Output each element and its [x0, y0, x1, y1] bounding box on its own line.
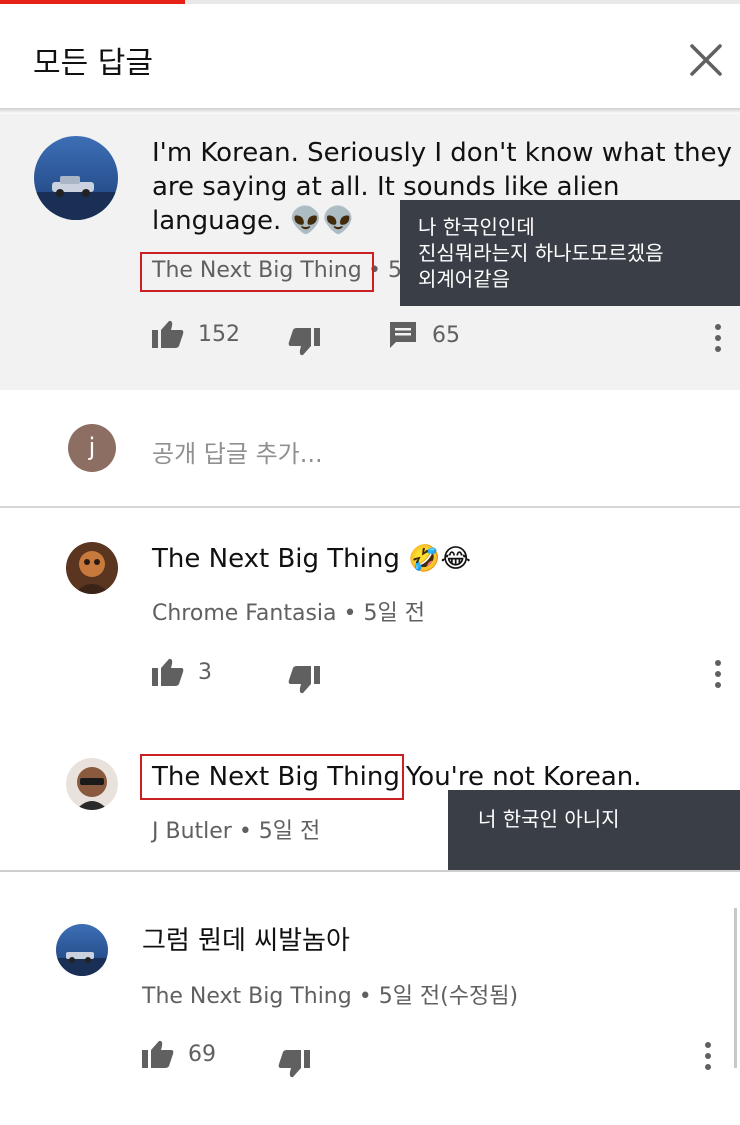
dislike-button[interactable] — [278, 1050, 310, 1078]
avatar[interactable] — [66, 542, 118, 594]
user-avatar: j — [68, 424, 116, 472]
dislike-button[interactable] — [288, 666, 320, 694]
close-icon[interactable] — [688, 42, 724, 78]
more-options-icon[interactable] — [714, 324, 722, 356]
thumbs-up-icon — [152, 320, 184, 348]
reply-count-button[interactable]: 65 — [388, 320, 460, 350]
reply-time: • 5일 전 — [231, 819, 321, 844]
avatar[interactable] — [66, 758, 118, 810]
translation-overlay: 나 한국인인데 진심뭐라는지 하나도모르겠음 외계어같음 — [400, 200, 740, 306]
like-button[interactable]: 152 — [152, 320, 240, 348]
avatar[interactable] — [56, 924, 108, 976]
thumbs-down-icon — [288, 666, 320, 694]
comment-text-line1: I'm Korean. Seriously I don't know what … — [152, 138, 732, 168]
reply-text: The Next Big Thing 🤣😂 — [152, 544, 471, 574]
like-count: 69 — [188, 1041, 216, 1067]
author-highlight-box — [140, 252, 374, 292]
more-options-icon[interactable] — [714, 660, 722, 692]
thumbs-up-icon — [142, 1040, 174, 1068]
thumbs-up-icon — [152, 658, 184, 686]
avatar[interactable] — [34, 136, 118, 220]
dislike-button[interactable] — [288, 328, 320, 356]
like-count: 152 — [198, 321, 240, 347]
reply-time: • 5일 전 — [336, 601, 425, 626]
like-button[interactable]: 69 — [142, 1040, 216, 1068]
more-options-icon[interactable] — [704, 1042, 712, 1074]
translation-line1: 나 한국인인데 — [418, 215, 535, 239]
reply-author[interactable]: J Butler — [152, 819, 232, 844]
comment-text-line2: are saying at all. It sounds like alien — [152, 172, 620, 202]
divider — [0, 506, 740, 508]
scrollbar[interactable] — [734, 908, 737, 1068]
reply-author[interactable]: Chrome Fantasia — [152, 601, 337, 626]
reply-time: • 5일 전(수정됨) — [351, 984, 519, 1009]
like-count: 3 — [198, 659, 212, 685]
thumbs-down-icon — [278, 1050, 310, 1078]
reply-text: 그럼 뭔데 씨발놈아 — [142, 926, 350, 956]
translation-line3: 외계어같음 — [418, 267, 510, 291]
translation-overlay: 너 한국인 아니지 — [448, 790, 740, 870]
comment-icon — [390, 322, 416, 348]
add-reply-section: j 공개 답글 추가... — [0, 390, 740, 508]
reply-meta: J Butler • 5일 전 — [152, 813, 320, 845]
replies-header: 모든 답글 — [0, 4, 740, 108]
divider — [0, 870, 740, 872]
reply-input[interactable]: 공개 답글 추가... — [152, 434, 323, 469]
page-title: 모든 답글 — [33, 46, 153, 81]
reply-meta: The Next Big Thing • 5일 전(수정됨) — [142, 978, 518, 1010]
mention-highlight-box — [140, 754, 404, 800]
reply-count: 65 — [432, 322, 460, 348]
like-button[interactable]: 3 — [152, 658, 212, 686]
reply-author[interactable]: The Next Big Thing — [142, 984, 352, 1009]
comment-text-line3: language. 👽👽 — [152, 206, 355, 236]
laughing-emoji: 🤣😂 — [408, 544, 471, 574]
thumbs-down-icon — [288, 328, 320, 356]
reply-meta: Chrome Fantasia • 5일 전 — [152, 595, 425, 627]
alien-emoji: 👽👽 — [289, 206, 355, 236]
translation-line2: 진심뭐라는지 하나도모르겠음 — [418, 241, 664, 265]
